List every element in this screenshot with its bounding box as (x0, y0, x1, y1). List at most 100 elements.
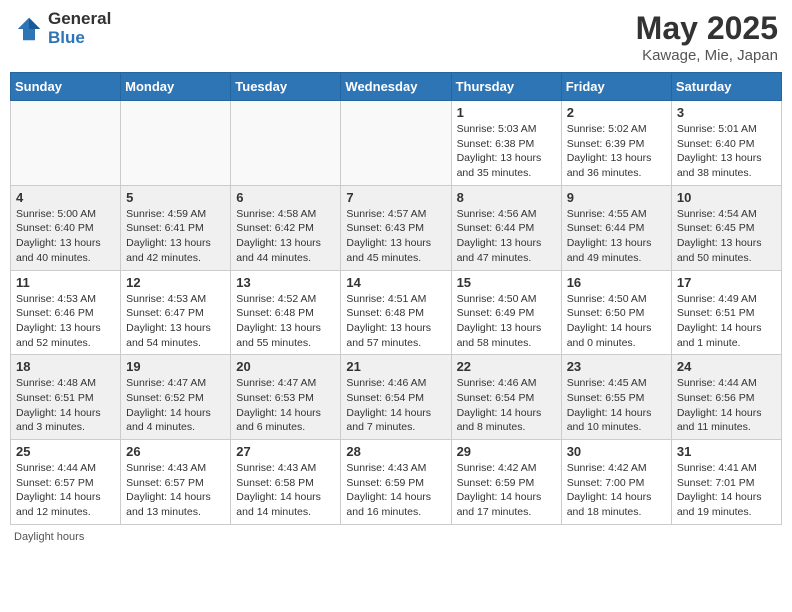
day-number: 29 (457, 444, 556, 459)
day-info: Sunrise: 4:53 AM Sunset: 6:47 PM Dayligh… (126, 292, 225, 351)
logo-blue: Blue (48, 29, 111, 48)
calendar-cell: 12 Sunrise: 4:53 AM Sunset: 6:47 PM Dayli… (121, 270, 231, 355)
day-info: Sunrise: 4:49 AM Sunset: 6:51 PM Dayligh… (677, 292, 776, 351)
day-info: Sunrise: 4:55 AM Sunset: 6:44 PM Dayligh… (567, 207, 666, 266)
calendar-cell: 7Sunrise: 4:57 AM Sunset: 6:43 PM Daylig… (341, 185, 451, 270)
title-block: May 2025 Kawage, Mie, Japan (636, 10, 778, 64)
calendar-cell: 27 Sunrise: 4:43 AM Sunset: 6:58 PM Dayli… (231, 440, 341, 525)
day-info: Sunrise: 4:46 AM Sunset: 6:54 PM Dayligh… (346, 376, 445, 435)
calendar-cell: 6Sunrise: 4:58 AM Sunset: 6:42 PM Daylig… (231, 185, 341, 270)
calendar-week-5: 25 Sunrise: 4:44 AM Sunset: 6:57 PM Dayli… (11, 440, 782, 525)
day-number: 19 (126, 359, 225, 374)
day-number: 20 (236, 359, 335, 374)
calendar-cell (121, 101, 231, 186)
day-info: Sunrise: 4:44 AM Sunset: 6:57 PM Dayligh… (16, 461, 115, 520)
day-info: Sunrise: 4:47 AM Sunset: 6:53 PM Dayligh… (236, 376, 335, 435)
day-number: 31 (677, 444, 776, 459)
day-info: Sunrise: 5:01 AM Sunset: 6:40 PM Dayligh… (677, 122, 776, 181)
day-info: Sunrise: 4:52 AM Sunset: 6:48 PM Dayligh… (236, 292, 335, 351)
day-number: 12 (126, 275, 225, 290)
day-info: Sunrise: 4:54 AM Sunset: 6:45 PM Dayligh… (677, 207, 776, 266)
day-info: Sunrise: 4:48 AM Sunset: 6:51 PM Dayligh… (16, 376, 115, 435)
calendar-cell: 24 Sunrise: 4:44 AM Sunset: 6:56 PM Dayli… (671, 355, 781, 440)
day-info: Sunrise: 4:41 AM Sunset: 7:01 PM Dayligh… (677, 461, 776, 520)
calendar-cell: 21 Sunrise: 4:46 AM Sunset: 6:54 PM Dayli… (341, 355, 451, 440)
day-info: Sunrise: 4:44 AM Sunset: 6:56 PM Dayligh… (677, 376, 776, 435)
calendar-cell: 29 Sunrise: 4:42 AM Sunset: 6:59 PM Dayli… (451, 440, 561, 525)
calendar-cell: 3 Sunrise: 5:01 AM Sunset: 6:40 PM Daylig… (671, 101, 781, 186)
logo: General Blue (14, 10, 111, 47)
day-number: 17 (677, 275, 776, 290)
weekday-tuesday: Tuesday (231, 73, 341, 101)
calendar-cell: 20 Sunrise: 4:47 AM Sunset: 6:53 PM Dayli… (231, 355, 341, 440)
calendar-cell: 30Sunrise: 4:42 AM Sunset: 7:00 PM Dayli… (561, 440, 671, 525)
day-info: Sunrise: 5:02 AM Sunset: 6:39 PM Dayligh… (567, 122, 666, 181)
day-number: 10 (677, 190, 776, 205)
calendar-cell: 11 Sunrise: 4:53 AM Sunset: 6:46 PM Dayli… (11, 270, 121, 355)
day-number: 16 (567, 275, 666, 290)
calendar-cell: 5Sunrise: 4:59 AM Sunset: 6:41 PM Daylig… (121, 185, 231, 270)
day-number: 15 (457, 275, 556, 290)
logo-text: General Blue (48, 10, 111, 47)
day-info: Sunrise: 4:50 AM Sunset: 6:49 PM Dayligh… (457, 292, 556, 351)
day-info: Sunrise: 5:00 AM Sunset: 6:40 PM Dayligh… (16, 207, 115, 266)
day-info: Sunrise: 4:58 AM Sunset: 6:42 PM Dayligh… (236, 207, 335, 266)
page-header: General Blue May 2025 Kawage, Mie, Japan (10, 10, 782, 64)
calendar-table: SundayMondayTuesdayWednesdayThursdayFrid… (10, 72, 782, 525)
calendar-cell: 23Sunrise: 4:45 AM Sunset: 6:55 PM Dayli… (561, 355, 671, 440)
day-number: 28 (346, 444, 445, 459)
calendar-cell: 22Sunrise: 4:46 AM Sunset: 6:54 PM Dayli… (451, 355, 561, 440)
weekday-header-row: SundayMondayTuesdayWednesdayThursdayFrid… (11, 73, 782, 101)
day-number: 25 (16, 444, 115, 459)
day-info: Sunrise: 4:42 AM Sunset: 7:00 PM Dayligh… (567, 461, 666, 520)
day-number: 11 (16, 275, 115, 290)
calendar-week-4: 18 Sunrise: 4:48 AM Sunset: 6:51 PM Dayli… (11, 355, 782, 440)
day-info: Sunrise: 4:43 AM Sunset: 6:59 PM Dayligh… (346, 461, 445, 520)
day-info: Sunrise: 4:53 AM Sunset: 6:46 PM Dayligh… (16, 292, 115, 351)
calendar-cell: 17 Sunrise: 4:49 AM Sunset: 6:51 PM Dayli… (671, 270, 781, 355)
day-info: Sunrise: 4:42 AM Sunset: 6:59 PM Dayligh… (457, 461, 556, 520)
calendar-week-3: 11 Sunrise: 4:53 AM Sunset: 6:46 PM Dayli… (11, 270, 782, 355)
day-number: 14 (346, 275, 445, 290)
day-number: 24 (677, 359, 776, 374)
calendar-cell: 2Sunrise: 5:02 AM Sunset: 6:39 PM Daylig… (561, 101, 671, 186)
day-number: 21 (346, 359, 445, 374)
day-info: Sunrise: 4:43 AM Sunset: 6:57 PM Dayligh… (126, 461, 225, 520)
weekday-thursday: Thursday (451, 73, 561, 101)
calendar-cell: 28 Sunrise: 4:43 AM Sunset: 6:59 PM Dayli… (341, 440, 451, 525)
logo-general: General (48, 10, 111, 29)
calendar-cell: 1Sunrise: 5:03 AM Sunset: 6:38 PM Daylig… (451, 101, 561, 186)
calendar-cell: 4 Sunrise: 5:00 AM Sunset: 6:40 PM Daylig… (11, 185, 121, 270)
calendar-cell: 9 Sunrise: 4:55 AM Sunset: 6:44 PM Daylig… (561, 185, 671, 270)
weekday-saturday: Saturday (671, 73, 781, 101)
weekday-sunday: Sunday (11, 73, 121, 101)
calendar-cell: 13 Sunrise: 4:52 AM Sunset: 6:48 PM Dayli… (231, 270, 341, 355)
day-info: Sunrise: 4:56 AM Sunset: 6:44 PM Dayligh… (457, 207, 556, 266)
calendar-cell: 8 Sunrise: 4:56 AM Sunset: 6:44 PM Daylig… (451, 185, 561, 270)
calendar-cell: 10 Sunrise: 4:54 AM Sunset: 6:45 PM Dayli… (671, 185, 781, 270)
day-info: Sunrise: 4:47 AM Sunset: 6:52 PM Dayligh… (126, 376, 225, 435)
day-number: 8 (457, 190, 556, 205)
daylight-label: Daylight hours (14, 531, 84, 543)
calendar-cell (341, 101, 451, 186)
day-number: 18 (16, 359, 115, 374)
weekday-wednesday: Wednesday (341, 73, 451, 101)
day-number: 27 (236, 444, 335, 459)
calendar-cell: 25 Sunrise: 4:44 AM Sunset: 6:57 PM Dayli… (11, 440, 121, 525)
calendar-cell: 14Sunrise: 4:51 AM Sunset: 6:48 PM Dayli… (341, 270, 451, 355)
calendar-cell: 19 Sunrise: 4:47 AM Sunset: 6:52 PM Dayli… (121, 355, 231, 440)
day-number: 5 (126, 190, 225, 205)
day-number: 23 (567, 359, 666, 374)
calendar-cell: 18 Sunrise: 4:48 AM Sunset: 6:51 PM Dayli… (11, 355, 121, 440)
day-info: Sunrise: 4:43 AM Sunset: 6:58 PM Dayligh… (236, 461, 335, 520)
day-number: 4 (16, 190, 115, 205)
calendar-cell: 31 Sunrise: 4:41 AM Sunset: 7:01 PM Dayli… (671, 440, 781, 525)
day-number: 9 (567, 190, 666, 205)
day-number: 3 (677, 105, 776, 120)
calendar-week-2: 4 Sunrise: 5:00 AM Sunset: 6:40 PM Daylig… (11, 185, 782, 270)
calendar-cell (231, 101, 341, 186)
day-number: 13 (236, 275, 335, 290)
weekday-friday: Friday (561, 73, 671, 101)
calendar-cell: 26Sunrise: 4:43 AM Sunset: 6:57 PM Dayli… (121, 440, 231, 525)
month-year: May 2025 (636, 10, 778, 47)
